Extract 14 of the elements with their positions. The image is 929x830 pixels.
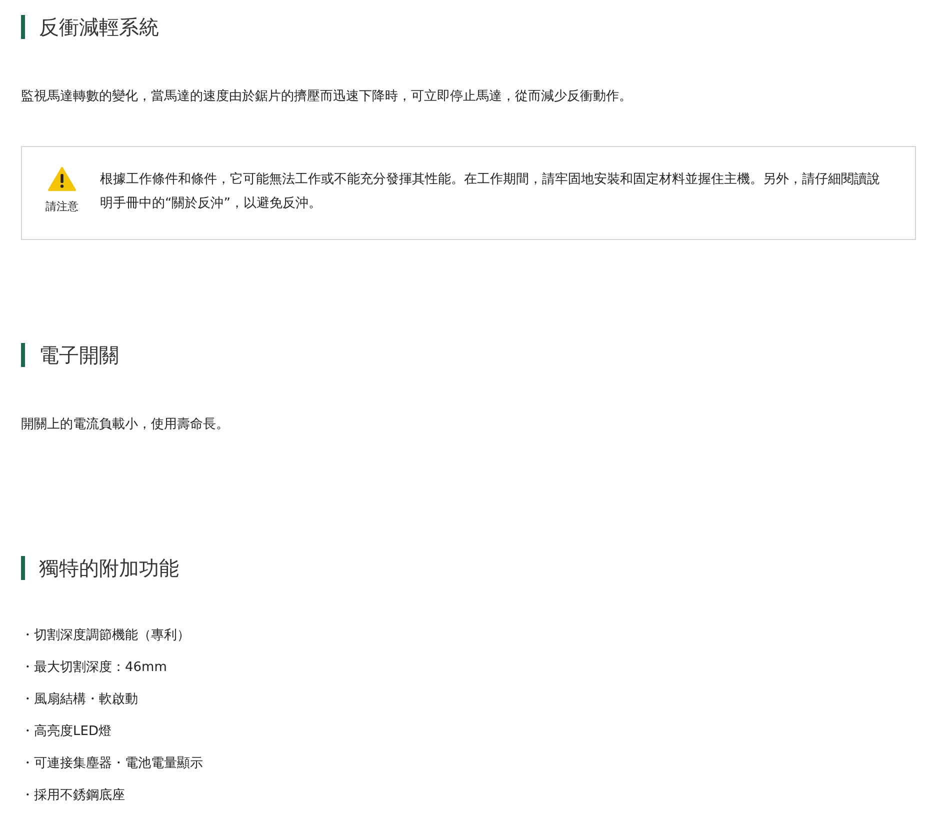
- feature-item: ・採用不銹鋼底座: [21, 787, 126, 805]
- feature-item: ・可連接集塵器・電池電量顯示: [21, 755, 204, 773]
- section-heading: 獨特的附加功能: [39, 554, 179, 582]
- section-heading: 反衝減輕系統: [39, 14, 159, 40]
- section-heading: 電子開關: [39, 342, 119, 368]
- notice-text: 根據工作條件和條件，它可能無法工作或不能充分發揮其性能。在工作期間，請牢固地安裝和固定材料並握住主機。另外，請仔細閱讀說明手冊中的“關於反沖”，以避免反沖。: [100, 171, 881, 213]
- description-text: 監視馬達轉數的變化，當馬達的速度由於鋸片的擠壓而迅速下降時，可立即停止馬達，從而減少反衝動作。: [21, 88, 633, 106]
- warning-icon: [48, 167, 76, 191]
- feature-item: ・最大切割深度：46mm: [21, 659, 168, 677]
- feature-item: ・風扇結構・軟啟動: [21, 691, 139, 709]
- feature-item: ・高亮度LED燈: [21, 723, 112, 741]
- description-text: 開關上的電流負載小，使用壽命長。: [21, 416, 230, 434]
- notice-label: 請注意: [46, 199, 78, 214]
- feature-item: ・切割深度調節機能（專利）: [21, 627, 191, 645]
